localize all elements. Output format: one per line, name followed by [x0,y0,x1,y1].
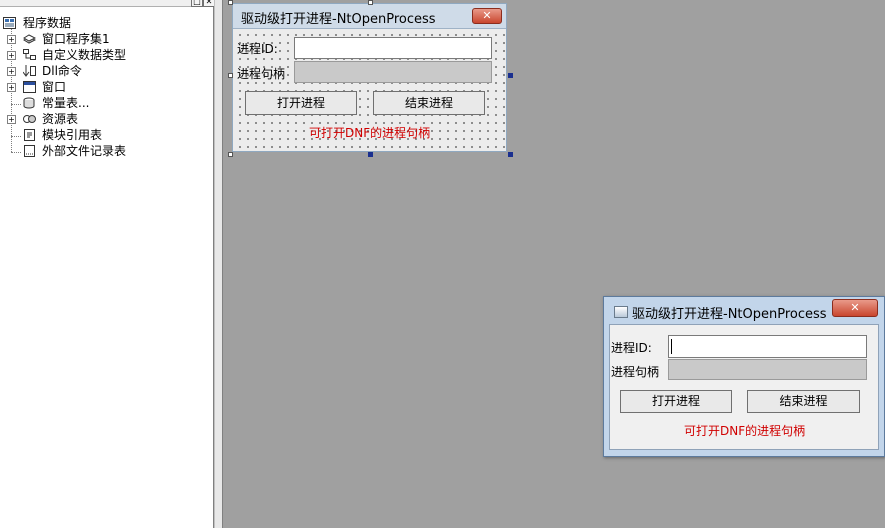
end-process-button[interactable]: 结束进程 [747,390,860,413]
hint-text: 可打开DNF的进程句柄 [309,126,431,140]
tree-item-label: 自定义数据类型 [42,48,127,62]
resize-handle[interactable] [508,73,513,78]
tree-item-datatype[interactable]: + 自定义数据类型 [0,47,200,63]
splitter-bar[interactable] [214,0,223,528]
pid-input[interactable] [294,37,492,59]
tree-item-window[interactable]: + 窗口 [0,79,200,95]
open-process-button[interactable]: 打开进程 [620,390,732,413]
design-form-title: 驱动级打开进程-NtOpenProcess [241,12,436,27]
tree-item-label: 模块引用表 [42,128,103,142]
expand-icon[interactable]: + [7,67,16,76]
pid-input[interactable] [668,335,867,358]
project-tree-panel: □ ✕ 程序数据 + 窗口程序集1 + 自定义数据类型 + Dll命令 + 窗口… [0,0,215,528]
app-icon [614,306,628,318]
resize-handle[interactable] [368,0,373,5]
resource-table-icon [23,115,36,123]
resize-handle[interactable] [228,73,233,78]
expand-icon[interactable]: + [7,35,16,44]
running-window-title: 驱动级打开进程-NtOpenProcess [632,307,827,322]
pid-label: 进程ID: [237,42,278,56]
panel-header-strip: □ ✕ [0,0,215,7]
program-data-icon [3,17,16,29]
handle-label: 进程句柄 [237,67,286,81]
tree-item-label: Dll命令 [42,64,82,78]
running-window-client: 进程ID: 进程句柄 打开进程 结束进程 可打开DNF的进程句柄 [609,324,879,450]
tree-root-label: 程序数据 [23,16,72,30]
tree-item-assembly[interactable]: + 窗口程序集1 [0,31,200,47]
close-icon[interactable]: ✕ [832,299,878,317]
constant-table-icon [23,97,35,109]
close-icon[interactable]: ✕ [472,8,502,24]
running-window-titlebar[interactable]: 驱动级打开进程-NtOpenProcess ✕ [604,297,884,324]
tree-item-label: 窗口程序集1 [42,32,110,46]
module-reference-icon [24,129,35,141]
tree-item-label: 常量表... [42,96,90,110]
tree-item-module-refs[interactable]: 模块引用表 [0,127,200,143]
handle-output[interactable] [294,61,492,83]
tree-item-label: 资源表 [42,112,79,126]
expand-icon[interactable]: + [7,51,16,60]
tree-item-resources[interactable]: + 资源表 [0,111,200,127]
window-icon [23,81,36,93]
tree-item-label: 外部文件记录表 [42,144,127,158]
pid-label: 进程ID: [611,341,652,355]
tree-item-label: 窗口 [42,80,67,94]
external-file-icon [24,145,35,157]
pin-icon[interactable]: □ [191,0,203,7]
resize-handle[interactable] [228,152,233,157]
running-window[interactable]: 驱动级打开进程-NtOpenProcess ✕ 进程ID: 进程句柄 打开进程 … [603,296,885,457]
resize-handle[interactable] [368,152,373,157]
expand-icon[interactable]: + [7,83,16,92]
design-form-titlebar[interactable]: 驱动级打开进程-NtOpenProcess ✕ [233,4,506,29]
hint-text: 可打开DNF的进程句柄 [684,424,806,438]
expand-icon[interactable]: + [7,115,16,124]
tree-item-external-files[interactable]: 外部文件记录表 [0,143,200,159]
design-form[interactable]: 驱动级打开进程-NtOpenProcess ✕ 进程ID: 进程句柄 打开进程 … [232,3,507,152]
assembly-icon [23,34,36,44]
tree-item-constants[interactable]: 常量表... [0,95,200,111]
handle-label: 进程句柄 [611,365,660,379]
end-process-button[interactable]: 结束进程 [373,91,485,115]
open-process-button[interactable]: 打开进程 [245,91,357,115]
handle-output[interactable] [668,359,867,380]
datatype-icon [23,49,36,60]
resize-handle[interactable] [508,152,513,157]
tree-item-dll-commands[interactable]: + Dll命令 [0,63,200,79]
dll-command-icon [23,65,36,77]
resize-handle[interactable] [228,0,233,5]
text-cursor [671,339,672,354]
